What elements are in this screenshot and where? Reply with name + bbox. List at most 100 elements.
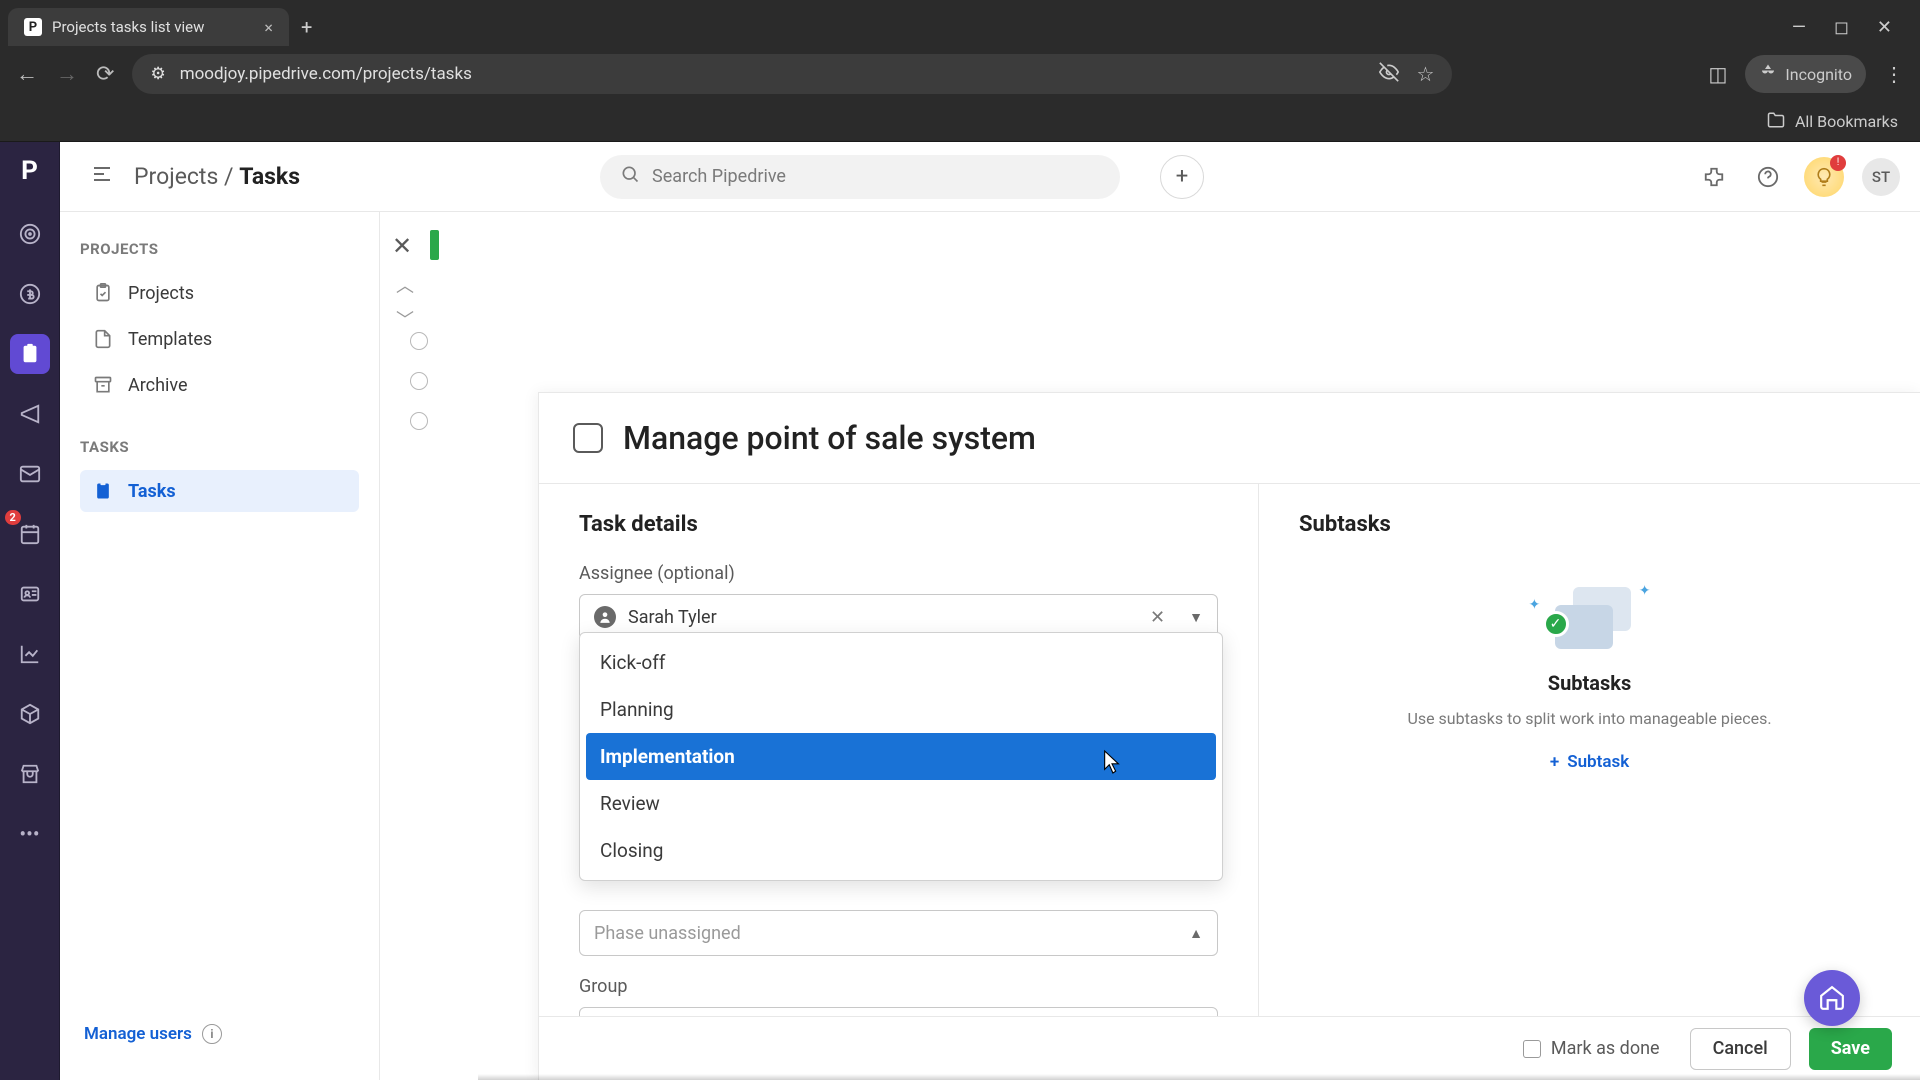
- rail-products-icon[interactable]: [10, 694, 50, 734]
- chevron-up-icon[interactable]: ▲: [1189, 925, 1203, 942]
- extensions-icon[interactable]: [1696, 159, 1732, 195]
- rail-more-icon[interactable]: •••: [10, 814, 50, 854]
- section-label-projects: PROJECTS: [80, 240, 359, 258]
- close-icon[interactable]: ×: [264, 18, 273, 37]
- kebab-icon[interactable]: ⋮: [1884, 62, 1904, 86]
- back-icon[interactable]: ←: [16, 61, 38, 87]
- person-icon: [594, 606, 616, 628]
- rail-target-icon[interactable]: [10, 214, 50, 254]
- rail-contacts-icon[interactable]: [10, 574, 50, 614]
- task-checkbox[interactable]: [410, 372, 428, 390]
- browser-tab[interactable]: P Projects tasks list view ×: [8, 8, 289, 46]
- tips-badge: !: [1830, 155, 1846, 171]
- forward-icon: →: [56, 61, 78, 87]
- rail-insights-icon[interactable]: [10, 634, 50, 674]
- dropdown-option-planning[interactable]: Planning: [586, 686, 1216, 733]
- new-tab-button[interactable]: +: [293, 7, 320, 47]
- app-logo[interactable]: P: [21, 156, 38, 186]
- tips-icon[interactable]: !: [1804, 157, 1844, 197]
- subtasks-empty-hint: Use subtasks to split work into manageab…: [1407, 709, 1771, 728]
- address-bar: ← → ⟳ ⚙ moodjoy.pipedrive.com/projects/t…: [0, 46, 1920, 102]
- chevron-up-icon[interactable]: ︿: [396, 272, 414, 298]
- minimize-icon[interactable]: —: [1792, 17, 1806, 38]
- site-settings-icon[interactable]: ⚙: [150, 64, 165, 84]
- assignee-label: Assignee (optional): [579, 563, 1218, 584]
- rail-deals-icon[interactable]: [10, 274, 50, 314]
- subtasks-empty-title: Subtasks: [1548, 671, 1631, 695]
- info-icon[interactable]: i: [202, 1024, 222, 1044]
- eye-off-icon[interactable]: [1379, 62, 1399, 87]
- incognito-badge[interactable]: Incognito: [1745, 55, 1866, 93]
- clear-icon[interactable]: ✕: [1150, 607, 1165, 628]
- panel-footer: Mark as done Cancel Save: [539, 1016, 1920, 1080]
- search-icon: [620, 164, 640, 189]
- close-window-icon[interactable]: ✕: [1877, 17, 1892, 38]
- subtasks-column: Subtasks ✓ ✦ ✦ Subtasks Use subtasks to …: [1259, 484, 1920, 1016]
- cancel-button[interactable]: Cancel: [1690, 1028, 1791, 1070]
- search-input[interactable]: Search Pipedrive: [600, 155, 1120, 199]
- phase-value: Phase unassigned: [594, 923, 741, 944]
- dropdown-option-kickoff[interactable]: Kick-off: [586, 639, 1216, 686]
- app-root: P 2 ••• Projects / Tasks Search Pipedriv…: [0, 142, 1920, 1080]
- file-icon: [92, 328, 114, 350]
- maximize-icon[interactable]: ◻: [1834, 17, 1849, 38]
- group-select[interactable]: Ungrouped ▼: [579, 1007, 1218, 1016]
- side-panel-icon[interactable]: ◫: [1708, 62, 1727, 86]
- quick-add-button[interactable]: +: [1160, 155, 1204, 199]
- plus-icon: +: [1550, 752, 1559, 772]
- breadcrumb: Projects / Tasks: [134, 163, 300, 190]
- rail-mail-icon[interactable]: [10, 454, 50, 494]
- tab-favicon: P: [24, 18, 42, 36]
- phase-select[interactable]: Phase unassigned ▲: [579, 910, 1218, 956]
- phase-dropdown: Kick-off Planning Implementation Review …: [579, 632, 1223, 881]
- all-bookmarks-link[interactable]: All Bookmarks: [1795, 112, 1898, 131]
- search-placeholder: Search Pipedrive: [652, 166, 786, 187]
- manage-users-link[interactable]: Manage users i: [80, 1016, 359, 1052]
- nav-item-projects[interactable]: Projects: [80, 272, 359, 314]
- task-checkbox[interactable]: [410, 412, 428, 430]
- breadcrumb-root[interactable]: Projects: [134, 163, 218, 190]
- tab-bar: P Projects tasks list view × + — ◻ ✕: [0, 0, 1920, 46]
- subtasks-empty-state: ✓ ✦ ✦ Subtasks Use subtasks to split wor…: [1299, 577, 1880, 772]
- rail-projects-icon[interactable]: [10, 334, 50, 374]
- star-icon[interactable]: ☆: [1417, 62, 1435, 87]
- details-heading: Task details: [579, 512, 1218, 537]
- avatar[interactable]: ST: [1862, 158, 1900, 196]
- close-panel-icon[interactable]: ✕: [392, 232, 412, 260]
- chevron-down-icon[interactable]: ﹀: [396, 306, 414, 332]
- url-field[interactable]: ⚙ moodjoy.pipedrive.com/projects/tasks ☆: [132, 54, 1452, 94]
- nav-item-archive[interactable]: Archive: [80, 364, 359, 406]
- tab-title: Projects tasks list view: [52, 18, 204, 36]
- rail-activities-icon[interactable]: 2: [10, 514, 50, 554]
- nav-item-tasks[interactable]: Tasks: [80, 470, 359, 512]
- details-column: Task details Assignee (optional) Sarah T…: [539, 484, 1259, 1016]
- help-fab[interactable]: [1804, 970, 1860, 1026]
- browser-chrome: P Projects tasks list view × + — ◻ ✕ ← →…: [0, 0, 1920, 142]
- mark-done-checkbox[interactable]: Mark as done: [1523, 1038, 1660, 1059]
- reload-icon[interactable]: ⟳: [96, 62, 114, 87]
- clipboard-check-icon: [92, 480, 114, 502]
- side-nav: PROJECTS Projects Templates Archive TASK…: [60, 212, 380, 1080]
- panel-title[interactable]: Manage point of sale system: [623, 419, 1036, 457]
- task-icon: [573, 423, 603, 453]
- rail-marketplace-icon[interactable]: [10, 754, 50, 794]
- assignee-value: Sarah Tyler: [628, 607, 717, 628]
- breadcrumb-current: Tasks: [239, 163, 300, 190]
- dropdown-option-implementation[interactable]: Implementation: [586, 733, 1216, 780]
- help-icon[interactable]: [1750, 159, 1786, 195]
- window-controls: — ◻ ✕: [1792, 17, 1912, 38]
- rail-campaigns-icon[interactable]: [10, 394, 50, 434]
- chevron-down-icon[interactable]: ▼: [1189, 609, 1203, 626]
- menu-toggle-icon[interactable]: [90, 162, 114, 192]
- dropdown-option-closing[interactable]: Closing: [586, 827, 1216, 874]
- nav-item-templates[interactable]: Templates: [80, 318, 359, 360]
- panel-header: Manage point of sale system: [539, 393, 1920, 483]
- archive-icon: [92, 374, 114, 396]
- task-detail-panel: Manage point of sale system Task details…: [538, 392, 1920, 1080]
- add-subtask-button[interactable]: + Subtask: [1550, 752, 1629, 772]
- save-button[interactable]: Save: [1809, 1028, 1892, 1070]
- task-checkbox[interactable]: [410, 332, 428, 350]
- icon-rail: P 2 •••: [0, 142, 60, 1080]
- dropdown-option-review[interactable]: Review: [586, 780, 1216, 827]
- folder-icon: [1767, 111, 1785, 133]
